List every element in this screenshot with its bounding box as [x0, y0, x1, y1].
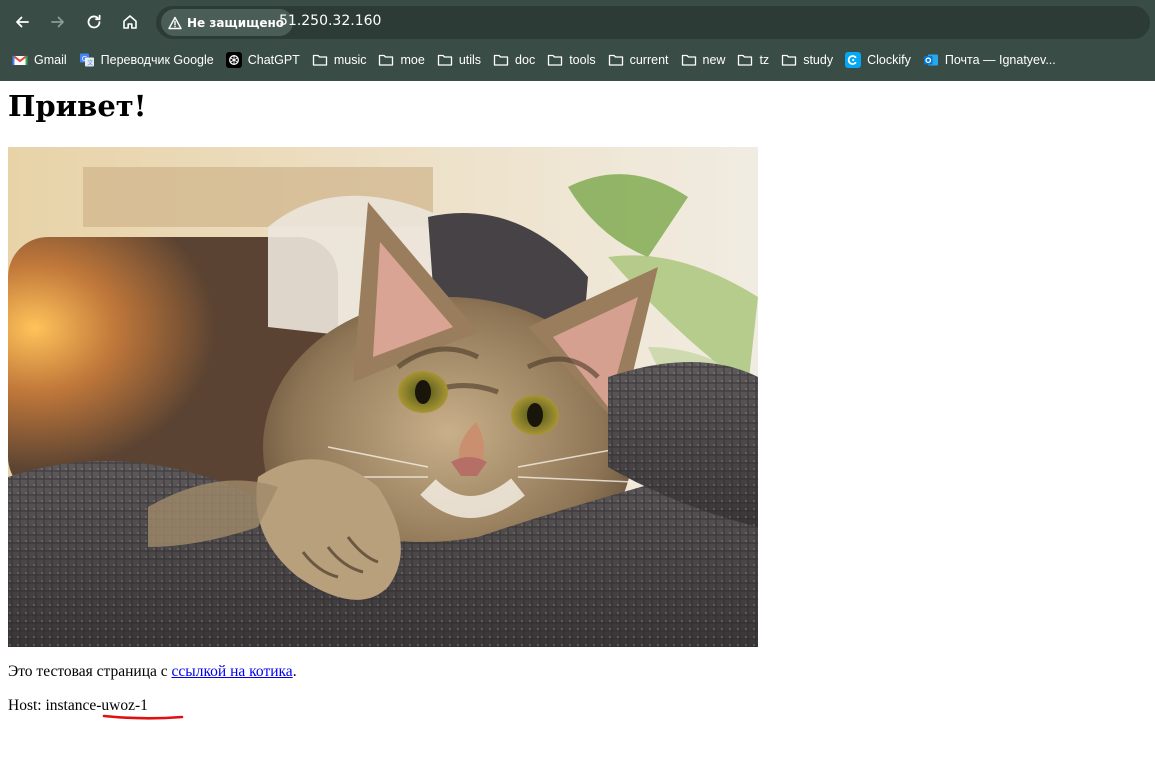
home-icon	[123, 15, 137, 29]
description-suffix: .	[292, 663, 297, 680]
folder-icon	[608, 52, 624, 68]
bookmark-label: Почта — Ignatyev...	[944, 53, 1056, 67]
bookmark-music[interactable]: music	[308, 48, 375, 72]
reload-button[interactable]	[80, 8, 108, 36]
description-prefix: Это тестовая страница с	[8, 663, 172, 680]
bookmark-label: moe	[400, 53, 425, 67]
folder-icon	[437, 52, 453, 68]
bookmark-label: Clockify	[867, 53, 911, 67]
bookmark-label: tools	[569, 53, 596, 67]
gmail-icon	[12, 52, 28, 68]
bookmark-gmail[interactable]: Gmail	[8, 48, 75, 72]
security-chip[interactable]: Не защищено	[161, 9, 294, 36]
red-underline-annotation	[102, 714, 184, 720]
bookmark-clockify[interactable]: Clockify	[841, 48, 919, 72]
page-title: Привет!	[8, 89, 147, 123]
folder-icon	[493, 52, 509, 68]
security-label: Не защищено	[187, 15, 285, 30]
folder-icon	[378, 52, 394, 68]
bookmark-label: tz	[759, 53, 770, 67]
clockify-icon	[845, 52, 862, 68]
bookmark-label: doc	[515, 53, 536, 67]
bookmark-tools[interactable]: tools	[543, 48, 603, 72]
google-translate-icon: G文	[79, 52, 95, 68]
bookmark-label: current	[629, 53, 669, 67]
arrow-right-icon	[51, 16, 64, 28]
outlook-icon	[923, 52, 939, 68]
bookmark-utils[interactable]: utils	[433, 48, 489, 72]
forward-button[interactable]	[44, 8, 72, 36]
bookmark-chatgpt[interactable]: ChatGPT	[222, 48, 308, 72]
bookmark-label: Переводчик Google	[100, 53, 214, 67]
svg-text:文: 文	[87, 59, 93, 67]
bookmark-переводчик-google[interactable]: G 文 Переводчик Google	[75, 48, 222, 72]
bookmarks-bar: Gmail G 文 Переводчик Google ChatGPT music moe u…	[0, 48, 1155, 72]
host-value: instance-uwoz-1	[45, 697, 148, 714]
bookmark-label: ChatGPT	[247, 53, 300, 67]
bookmark-почта-ignatyev[interactable]: Почта — Ignatyev...	[919, 48, 1064, 72]
bookmark-moe[interactable]: moe	[374, 48, 432, 72]
address-bar[interactable]: Не защищено 51.250.32.160	[156, 6, 1150, 39]
reload-icon	[87, 14, 101, 29]
url-text[interactable]: 51.250.32.160	[279, 13, 381, 29]
bookmark-label: Gmail	[34, 53, 67, 67]
home-button[interactable]	[116, 8, 144, 36]
bookmark-study[interactable]: study	[777, 48, 841, 72]
cat-photo	[8, 147, 758, 647]
folder-icon	[312, 52, 328, 68]
bookmark-label: new	[702, 53, 726, 67]
arrow-left-icon	[16, 16, 29, 28]
warning-icon	[168, 16, 182, 29]
cat-link[interactable]: ссылкой на котика	[172, 663, 293, 680]
bookmark-label: utils	[458, 53, 482, 67]
back-button[interactable]	[8, 8, 36, 36]
bookmark-new[interactable]: new	[677, 48, 734, 72]
bookmark-current[interactable]: current	[604, 48, 677, 72]
bookmark-doc[interactable]: doc	[489, 48, 543, 72]
browser-toolbar: Не защищено 51.250.32.160	[0, 0, 1155, 44]
chatgpt-icon	[225, 52, 242, 68]
folder-icon	[547, 52, 563, 68]
folder-icon	[737, 52, 753, 68]
bookmark-label: study	[803, 53, 834, 67]
folder-icon	[681, 52, 697, 68]
bookmark-label: music	[333, 53, 367, 67]
cat-illustration	[8, 147, 758, 647]
folder-icon	[781, 52, 797, 68]
bookmark-tz[interactable]: tz	[733, 48, 777, 72]
description-text: Это тестовая страница с ссылкой на котик…	[8, 663, 297, 681]
host-label: Host:	[8, 697, 46, 714]
browser-chrome: Не защищено 51.250.32.160 Gmail G 文 Перевод…	[0, 0, 1155, 81]
